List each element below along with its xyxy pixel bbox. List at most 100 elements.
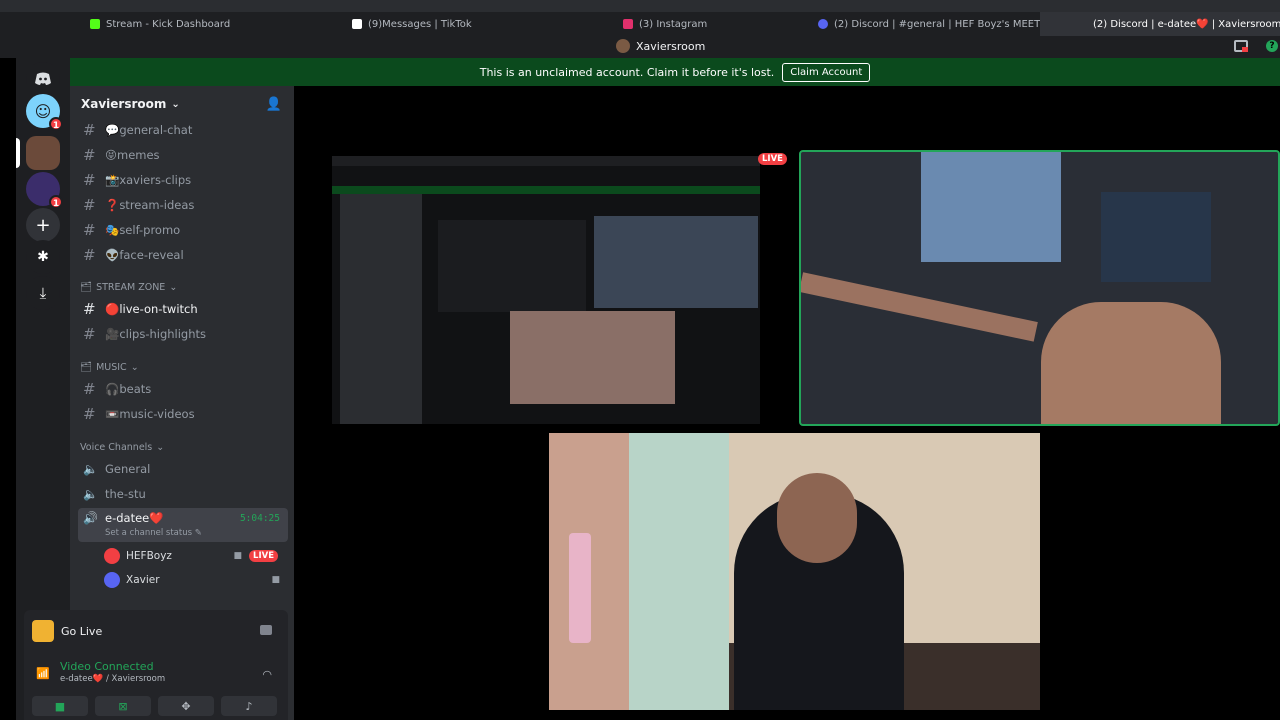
chevron-down-icon: ⌄ xyxy=(130,362,139,373)
noise-suppression-icon[interactable]: ◠ xyxy=(262,668,272,681)
browser-tab-discord-active[interactable]: (2) Discord | e-datee❤️ | Xaviersroom xyxy=(1040,12,1280,36)
person-head xyxy=(777,473,857,563)
shared-sidebar xyxy=(340,194,422,424)
channel-label: the-stu xyxy=(105,487,146,501)
avatar xyxy=(104,572,120,588)
voice-channel-the-stu[interactable]: 🔈 the-stu xyxy=(78,482,288,506)
hash-icon: # xyxy=(83,171,96,189)
browser-tab-kick[interactable]: Stream - Kick Dashboard xyxy=(90,12,230,36)
channel-clips-highlights[interactable]: # 🎥clips-highlights xyxy=(78,322,288,346)
channel-label: 🎥clips-highlights xyxy=(105,327,207,341)
tab-label: (2) Discord | e-datee❤️ | Xaviersroom xyxy=(1093,18,1280,30)
person xyxy=(1041,302,1221,424)
server-header[interactable]: Xaviersroom ⌄ xyxy=(70,86,294,122)
tab-label: (3) Instagram xyxy=(639,18,708,30)
hash-icon: # xyxy=(83,405,96,423)
hash-icon: # xyxy=(83,246,96,264)
video-tile-hefboyz[interactable] xyxy=(549,433,1040,710)
server-icon-3[interactable]: 1 xyxy=(26,172,63,209)
wall-jersey xyxy=(1101,192,1211,282)
hash-icon: # xyxy=(83,121,96,139)
voice-member-hefboyz[interactable]: HEFBoyz ■ LIVE xyxy=(104,545,288,567)
speaker-icon: 🔈 xyxy=(83,462,98,476)
inbox-icon[interactable] xyxy=(1234,40,1248,52)
signal-icon[interactable]: 📶 xyxy=(36,667,50,680)
smiley-icon: ☺ xyxy=(34,101,52,121)
discord-home-icon[interactable] xyxy=(26,62,60,96)
hash-icon: # xyxy=(83,325,96,343)
window-title-bar: Xaviersroom xyxy=(0,36,1280,58)
dismiss-icon[interactable] xyxy=(260,625,272,635)
add-server-icon[interactable]: + xyxy=(26,208,60,242)
go-live-button[interactable]: Go Live xyxy=(32,620,102,642)
browser-tab-instagram[interactable]: (3) Instagram xyxy=(623,12,707,36)
voice-channel-general[interactable]: 🔈 General xyxy=(78,457,288,481)
window-title: Xaviersroom xyxy=(616,39,705,53)
tab-label: Stream - Kick Dashboard xyxy=(106,18,231,30)
shared-cam-xavier xyxy=(594,216,758,308)
soundboard-button[interactable]: ♪ xyxy=(221,696,277,716)
category-stream-zone[interactable]: 🗂 STREAM ZONE ⌄ xyxy=(80,282,177,293)
folder-icon: 🗂 xyxy=(80,282,93,293)
screen-share-icon: ⊠ xyxy=(118,699,128,713)
activities-button[interactable]: ✥ xyxy=(158,696,214,716)
explore-icon[interactable]: ✱ xyxy=(26,240,60,274)
channel-memes[interactable]: # 😝memes xyxy=(78,143,288,167)
shared-cam-hefboyz xyxy=(510,311,675,404)
category-music[interactable]: 🗂 MUSIC ⌄ xyxy=(80,362,139,373)
chevron-down-icon: ⌄ xyxy=(169,282,178,293)
member-name: Xavier xyxy=(126,574,160,586)
channel-label: 📼music-videos xyxy=(105,407,195,421)
voice-member-xavier[interactable]: Xavier ■ xyxy=(104,569,288,591)
voice-timer: 5:04:25 xyxy=(239,513,280,524)
channel-stream-ideas[interactable]: # ❓stream-ideas xyxy=(78,193,288,217)
voice-channel-e-datee[interactable]: 🔊 e-datee❤️ 5:04:25 Set a channel status… xyxy=(78,508,288,542)
invite-people-icon[interactable]: 👤 xyxy=(266,97,282,112)
speaker-icon: 🔊 xyxy=(83,511,98,525)
download-icon[interactable]: ⤓ xyxy=(26,276,60,310)
screen-share-tile[interactable] xyxy=(332,156,760,424)
category-label: MUSIC xyxy=(96,362,127,373)
video-tile-xavier[interactable] xyxy=(799,150,1280,426)
channel-label: General xyxy=(105,462,151,476)
category-label: STREAM ZONE xyxy=(96,282,166,293)
channel-label: 🔴live-on-twitch xyxy=(105,302,198,316)
browser-tab-tiktok[interactable]: (9)Messages | TikTok xyxy=(352,12,472,36)
channel-live-on-twitch[interactable]: # 🔴live-on-twitch xyxy=(78,297,288,321)
camera-icon: ■ xyxy=(271,575,280,585)
server-icon-1[interactable]: ☺ 1 xyxy=(26,94,63,131)
tab-label: (9)Messages | TikTok xyxy=(368,18,472,30)
channel-general-chat[interactable]: # 💬general-chat xyxy=(78,118,288,142)
hash-icon: # xyxy=(83,221,96,239)
help-icon[interactable]: ? xyxy=(1266,40,1278,52)
browser-tab-bar: Stream - Kick Dashboard (9)Messages | Ti… xyxy=(0,0,1280,36)
channel-xaviers-clips[interactable]: # 📸xaviers-clips xyxy=(78,168,288,192)
channel-label: 💬general-chat xyxy=(105,123,193,137)
channel-label: 🎧beats xyxy=(105,382,152,396)
instagram-icon xyxy=(623,19,633,29)
window-title-text: Xaviersroom xyxy=(636,39,706,53)
speaker-icon: 🔈 xyxy=(83,487,98,501)
camera-button[interactable]: ■ xyxy=(32,696,88,716)
hash-icon: # xyxy=(83,300,96,318)
shared-tabbar xyxy=(332,156,760,166)
chevron-down-icon: ⌄ xyxy=(171,98,180,110)
channel-face-reveal[interactable]: # 👽face-reveal xyxy=(78,243,288,267)
member-name: HEFBoyz xyxy=(126,550,172,562)
channel-status-field[interactable]: Set a channel status ✎ xyxy=(105,528,202,538)
channel-self-promo[interactable]: # 🎭self-promo xyxy=(78,218,288,242)
screen-share-button[interactable]: ⊠ xyxy=(95,696,151,716)
claim-account-button[interactable]: Claim Account xyxy=(782,62,871,82)
unclaimed-account-banner: This is an unclaimed account. Claim it b… xyxy=(70,58,1280,86)
hash-icon: # xyxy=(83,380,96,398)
category-voice-channels[interactable]: Voice Channels ⌄ xyxy=(80,442,164,453)
soundboard-icon: ♪ xyxy=(245,699,253,713)
tiktok-icon xyxy=(352,19,362,29)
connection-status[interactable]: Video Connected xyxy=(60,660,154,673)
notification-badge: 1 xyxy=(49,195,63,209)
server-icon-2[interactable] xyxy=(16,136,60,170)
channel-music-videos[interactable]: # 📼music-videos xyxy=(78,402,288,426)
connection-location[interactable]: e-datee❤️ / Xaviersroom xyxy=(60,674,165,684)
channel-beats[interactable]: # 🎧beats xyxy=(78,377,288,401)
browser-tab-discord-hef[interactable]: (2) Discord | #general | HEF Boyz's MEET… xyxy=(818,12,1058,36)
